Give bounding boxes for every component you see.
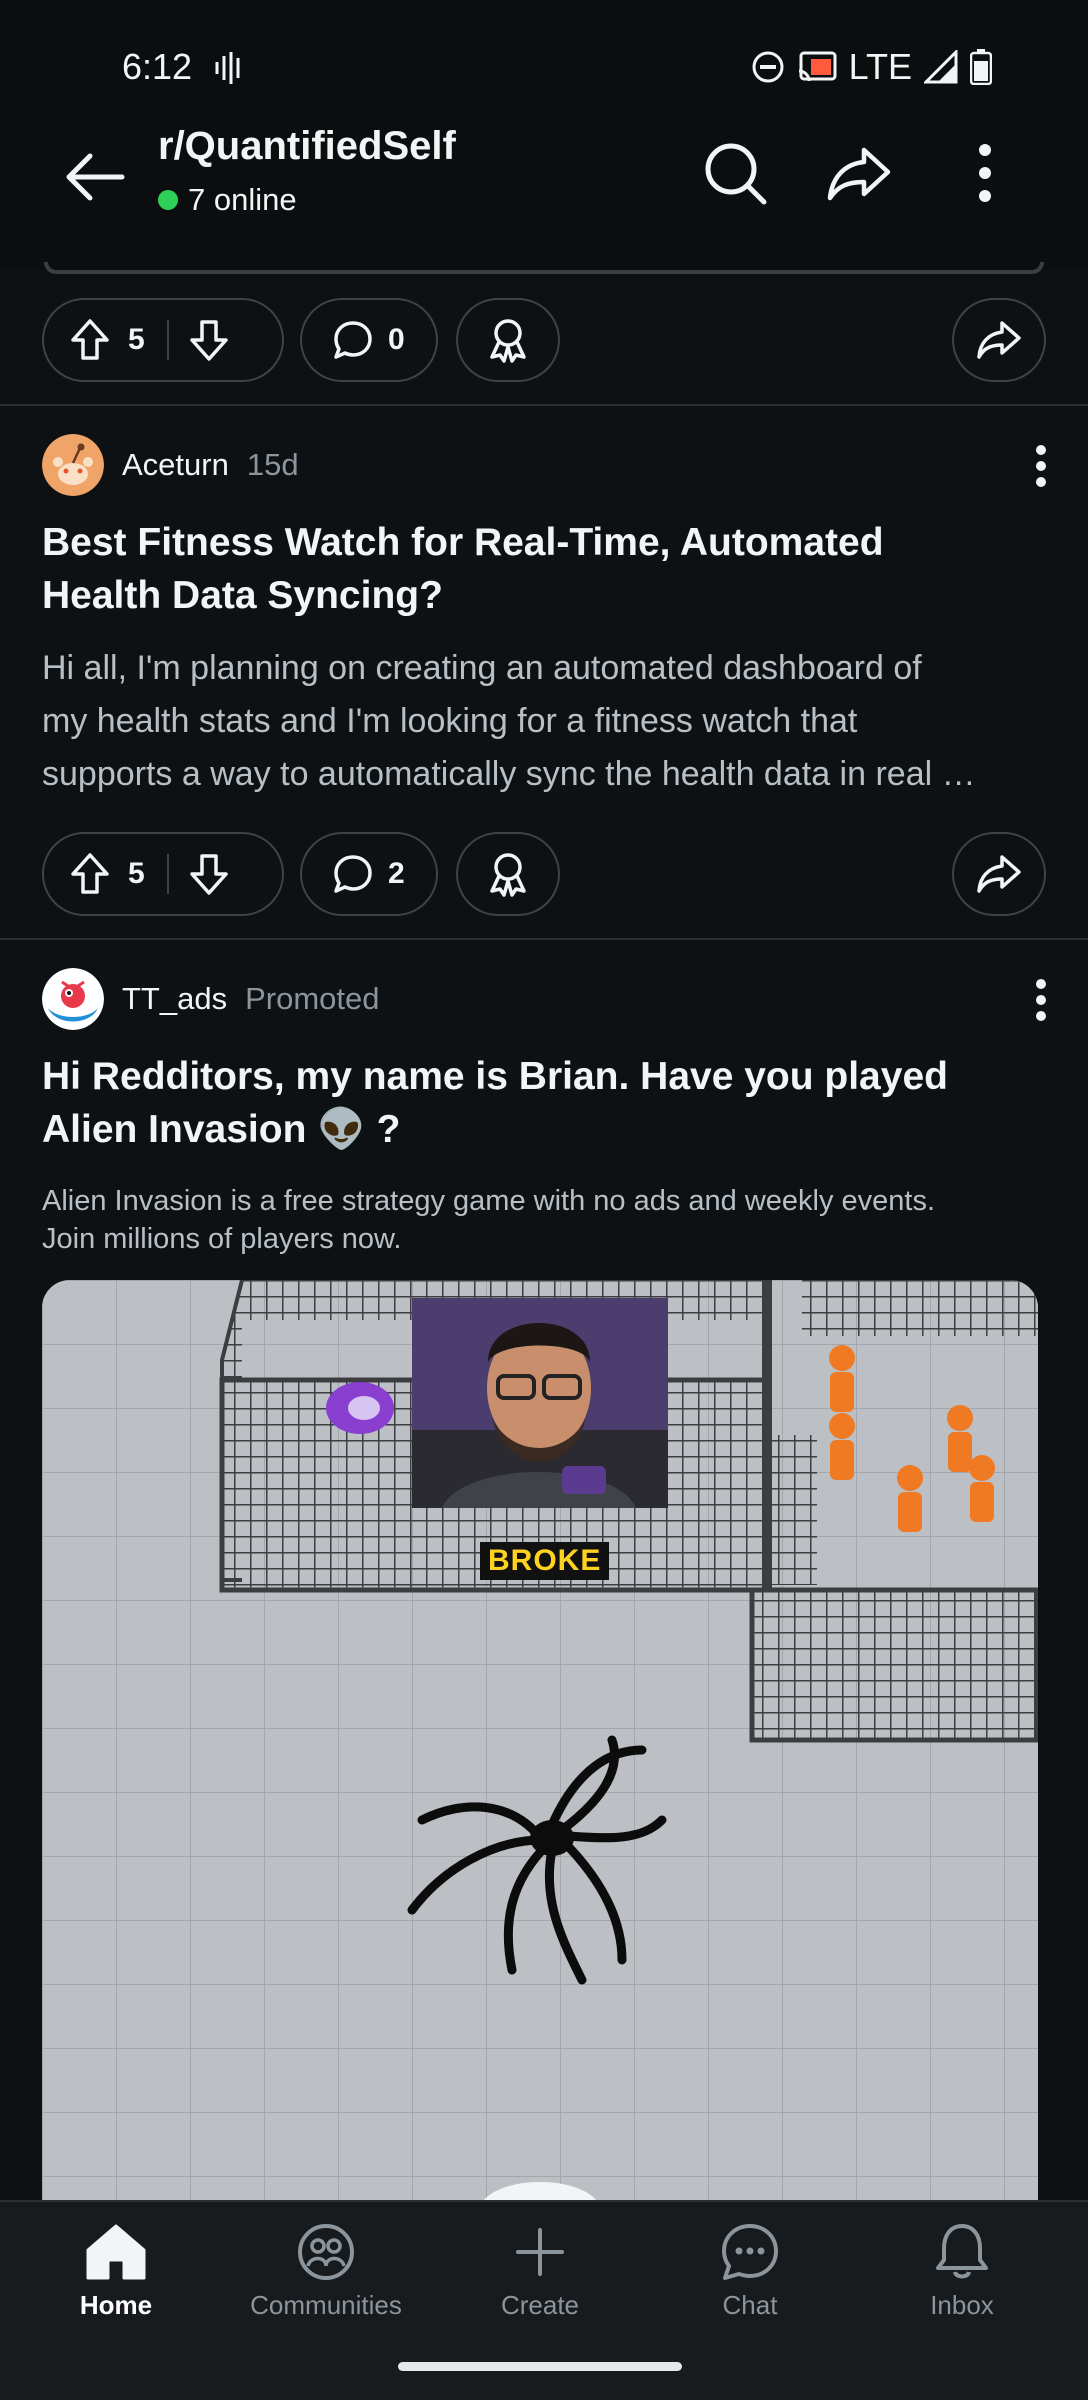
chat-icon — [722, 2224, 778, 2280]
share-icon[interactable] — [824, 138, 894, 208]
more-options-icon[interactable] — [950, 138, 1020, 208]
post-meta: Aceturn 15d — [42, 434, 299, 496]
award-button[interactable] — [456, 298, 560, 382]
comment-count: 2 — [388, 857, 405, 890]
online-count: 7 online — [158, 182, 297, 218]
award-icon — [490, 853, 526, 897]
cast-icon — [798, 51, 837, 82]
comments-button[interactable]: 0 — [300, 298, 438, 382]
downvote-icon[interactable] — [189, 852, 229, 896]
share-button[interactable] — [952, 832, 1046, 916]
avatar[interactable] — [42, 968, 104, 1030]
dnd-icon — [752, 51, 784, 83]
vote-control: 5 — [42, 298, 284, 382]
post-age: 15d — [246, 447, 299, 482]
upvote-icon[interactable] — [70, 318, 110, 362]
upvote-count: 5 — [128, 323, 145, 356]
downvote-icon[interactable] — [189, 318, 229, 362]
upvote-count: 5 — [128, 857, 145, 890]
gesture-handle[interactable] — [398, 2362, 682, 2371]
signal-icon — [924, 50, 958, 84]
ad-image[interactable]: BROKE — [42, 1280, 1038, 2200]
post-title[interactable]: Best Fitness Watch for Real-Time, Automa… — [42, 516, 1042, 622]
avatar[interactable] — [42, 434, 104, 496]
network-type: LTE — [848, 46, 912, 87]
share-icon — [977, 321, 1021, 359]
post-actions: 5 2 — [42, 832, 1046, 918]
vote-control: 5 — [42, 832, 284, 916]
subreddit-name[interactable]: r/QuantifiedSelf — [158, 124, 456, 169]
nav-home[interactable]: Home — [26, 2222, 206, 2321]
back-arrow-icon[interactable] — [62, 144, 128, 210]
promoted-label: Promoted — [245, 981, 380, 1016]
award-icon — [490, 319, 526, 363]
status-bar: 6:12 LTE — [0, 0, 1088, 130]
communities-icon — [298, 2224, 354, 2280]
online-dot — [158, 190, 178, 210]
post-options-icon[interactable] — [1034, 444, 1048, 488]
bell-icon — [936, 2224, 988, 2279]
share-button[interactable] — [952, 298, 1046, 382]
subreddit-header: r/QuantifiedSelf 7 online — [0, 120, 1088, 270]
ad-options-icon[interactable] — [1034, 978, 1048, 1022]
search-icon[interactable] — [700, 138, 770, 208]
post-actions: 5 0 — [42, 298, 1046, 384]
vibrate-icon — [214, 50, 244, 91]
post-author[interactable]: Aceturn — [122, 447, 229, 483]
comment-count: 0 — [388, 323, 405, 356]
divider — [0, 404, 1088, 406]
nav-chat[interactable]: Chat — [660, 2222, 840, 2321]
award-button[interactable] — [456, 832, 560, 916]
image-caption: BROKE — [480, 1542, 610, 1580]
nav-create[interactable]: Create — [450, 2222, 630, 2321]
share-icon — [977, 855, 1021, 893]
divider — [0, 938, 1088, 940]
ad-author[interactable]: TT_ads — [122, 981, 227, 1017]
nav-inbox[interactable]: Inbox — [872, 2222, 1052, 2321]
game-scene — [42, 1280, 1038, 2200]
home-icon — [86, 2224, 146, 2280]
plus-icon — [516, 2228, 564, 2276]
comment-icon — [334, 321, 372, 359]
comment-icon — [334, 855, 372, 893]
ad-meta: TT_ads Promoted — [42, 968, 380, 1030]
upvote-icon[interactable] — [70, 852, 110, 896]
previous-post-media-edge — [44, 262, 1044, 274]
nav-communities[interactable]: Communities — [236, 2222, 416, 2321]
battery-icon — [970, 49, 992, 85]
post-body[interactable]: Hi all, I'm planning on creating an auto… — [42, 642, 1047, 801]
status-time: 6:12 — [122, 46, 193, 87]
ad-body[interactable]: Alien Invasion is a free strategy game w… — [42, 1182, 1052, 1258]
ad-title[interactable]: Hi Redditors, my name is Brian. Have you… — [42, 1050, 1042, 1156]
comments-button[interactable]: 2 — [300, 832, 438, 916]
